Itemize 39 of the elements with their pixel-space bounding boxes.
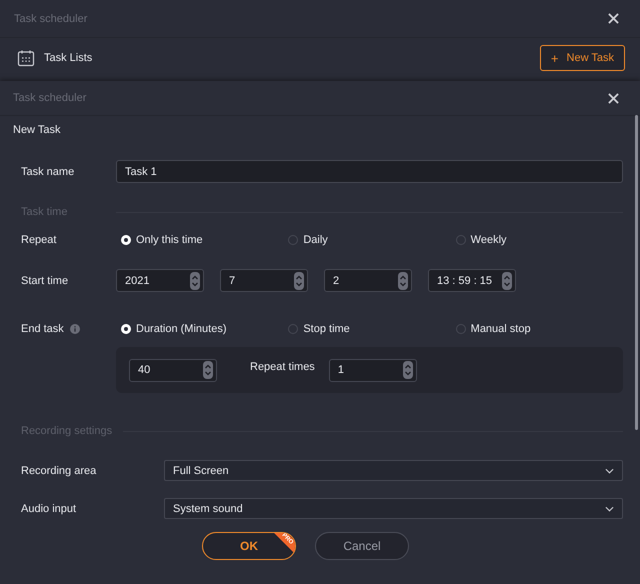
field-label: Recording area xyxy=(20,464,98,476)
info-icon[interactable] xyxy=(70,324,80,334)
calendar-icon xyxy=(17,49,35,67)
number-spinner[interactable]: 40 xyxy=(129,358,217,382)
radio-label[interactable]: Weekly xyxy=(470,234,507,246)
dialog-title: Task scheduler xyxy=(13,92,86,104)
field-label: End task xyxy=(21,323,64,335)
field-label: Task name xyxy=(20,166,76,178)
field-label: Repeat xyxy=(20,234,58,246)
radio-button[interactable] xyxy=(456,235,466,245)
dialog-heading: New Task xyxy=(13,123,62,138)
field-label: Start time xyxy=(20,274,70,286)
chevron-down-icon xyxy=(605,506,614,512)
field-label: Audio input xyxy=(20,502,78,514)
radio-label[interactable]: Manual stop xyxy=(470,323,531,335)
number-spinner[interactable]: 2021 xyxy=(116,269,204,292)
dropdown-field[interactable]: System sound xyxy=(164,498,623,519)
new-task-button[interactable]: + New Task xyxy=(540,45,625,71)
number-spinner[interactable]: 7 xyxy=(220,269,308,292)
field-label: Repeat times xyxy=(250,361,315,373)
dropdown-field[interactable]: Full Screen xyxy=(164,460,623,481)
number-spinner[interactable]: 13 : 59 : 15 xyxy=(428,269,516,292)
scrollbar[interactable] xyxy=(635,115,638,430)
close-icon[interactable] xyxy=(608,13,619,24)
radio-button[interactable] xyxy=(288,324,298,334)
number-spinner[interactable]: 2 xyxy=(324,269,412,292)
radio-button[interactable] xyxy=(288,235,298,245)
task-name-field[interactable]: Task 1 xyxy=(116,160,623,183)
chevron-down-icon xyxy=(605,468,614,474)
radio-label[interactable]: Daily xyxy=(303,234,328,246)
cancel-button[interactable]: Cancel xyxy=(315,532,409,560)
radio-label[interactable]: Only this time xyxy=(136,234,203,246)
radio-label[interactable]: Duration (Minutes) xyxy=(136,323,226,335)
radio-label[interactable]: Stop time xyxy=(303,323,350,335)
radio-button[interactable] xyxy=(456,324,466,334)
task-lists-title: Task Lists xyxy=(44,52,92,64)
close-icon[interactable] xyxy=(608,92,619,104)
window-title: Task scheduler xyxy=(14,12,88,24)
number-spinner[interactable]: 1 xyxy=(328,358,417,382)
